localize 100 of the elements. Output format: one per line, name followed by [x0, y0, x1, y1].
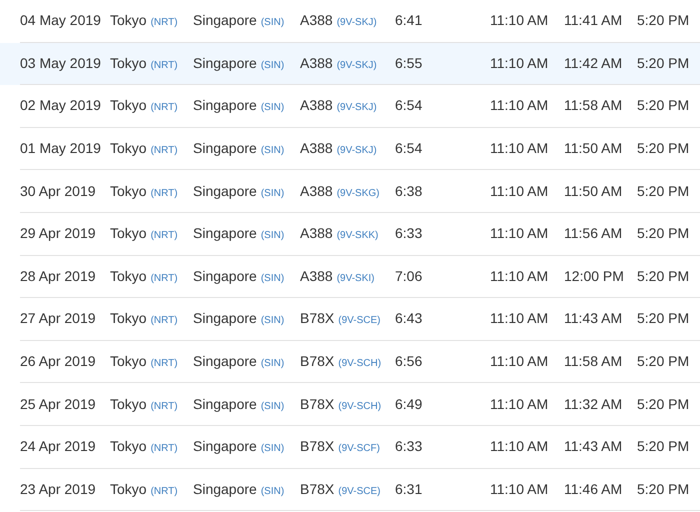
time-text: 11:10 AM — [490, 309, 548, 328]
airport-code: (SIN) — [260, 229, 284, 244]
airport-code: (NRT) — [150, 484, 178, 499]
time-text: 11:10 AM — [490, 96, 548, 116]
city-name: Tokyo — [110, 96, 147, 116]
time-text: 5:20 PM — [637, 224, 690, 244]
duration-text: 6:41 — [395, 11, 422, 30]
airport-code: (SIN) — [260, 400, 284, 414]
time-text: 12:00 PM — [564, 266, 624, 286]
airport-code: (SIN) — [260, 357, 284, 372]
city-name: Singapore — [193, 224, 257, 244]
time-text: 5:20 PM — [637, 266, 690, 286]
airport-code: (NRT) — [150, 58, 178, 73]
city-name: Tokyo — [110, 352, 147, 372]
city-name: Singapore — [193, 437, 257, 456]
duration-text: 6:38 — [395, 182, 422, 201]
city-name: Tokyo — [110, 224, 147, 244]
registration-code: (9V-SCE) — [338, 484, 380, 499]
duration-text: 6:54 — [395, 96, 422, 116]
time-text: 11:46 AM — [564, 480, 622, 499]
airport-code: (NRT) — [150, 186, 178, 201]
airport-code: (SIN) — [260, 442, 284, 456]
city-name: Singapore — [193, 266, 257, 286]
airport-code: (NRT) — [150, 400, 178, 414]
aircraft-type: B78X — [300, 480, 334, 499]
time-text: 5:20 PM — [637, 480, 690, 499]
registration-code: (9V-SCH) — [338, 357, 382, 372]
date-text: 27 Apr 2019 — [20, 309, 96, 328]
airport-code: (SIN) — [260, 58, 284, 73]
time-text: 11:10 AM — [490, 182, 548, 201]
airport-code: (NRT) — [150, 442, 178, 456]
time-text: 11:10 AM — [490, 54, 548, 73]
city-name: Tokyo — [110, 266, 147, 286]
duration-text: 6:56 — [395, 352, 422, 372]
time-text: 11:10 AM — [490, 139, 548, 158]
duration-text: 6:31 — [395, 480, 422, 499]
duration-text: 7:06 — [395, 266, 422, 286]
registration-code: (9V-SKJ) — [336, 58, 377, 73]
city-name: Singapore — [193, 96, 257, 116]
aircraft-type: B78X — [300, 352, 334, 372]
city-name: Tokyo — [110, 309, 147, 328]
airport-code: (SIN) — [260, 101, 284, 116]
city-name: Tokyo — [110, 480, 147, 499]
date-text: 01 May 2019 — [20, 139, 101, 158]
city-name: Tokyo — [110, 11, 147, 30]
time-text: 11:10 AM — [490, 352, 548, 372]
time-text: 5:20 PM — [637, 352, 690, 372]
time-text: 11:10 AM — [490, 394, 548, 414]
airport-code: (SIN) — [260, 144, 284, 158]
registration-code: (9V-SKI) — [336, 272, 374, 286]
date-text: 24 Apr 2019 — [20, 437, 96, 456]
date-text: 04 May 2019 — [20, 11, 101, 30]
time-text: 11:10 AM — [490, 11, 548, 30]
airport-code: (SIN) — [260, 314, 284, 328]
date-text: 26 Apr 2019 — [20, 352, 96, 372]
airport-code: (NRT) — [150, 314, 178, 328]
aircraft-type: A388 — [300, 182, 333, 201]
time-text: 5:20 PM — [637, 437, 690, 456]
aircraft-type: A388 — [300, 11, 333, 30]
city-name: Singapore — [193, 182, 257, 201]
time-text: 11:43 AM — [564, 309, 622, 328]
time-text: 11:41 AM — [564, 11, 622, 30]
time-text: 11:10 AM — [490, 437, 548, 456]
city-name: Tokyo — [110, 394, 147, 414]
city-name: Tokyo — [110, 437, 147, 456]
aircraft-type: A388 — [300, 96, 333, 116]
airport-code: (SIN) — [260, 484, 284, 499]
time-text: 11:56 AM — [564, 224, 622, 244]
registration-code: (9V-SCE) — [338, 314, 380, 328]
airport-code: (SIN) — [260, 272, 284, 286]
time-text: 11:50 AM — [564, 139, 622, 158]
date-text: 28 Apr 2019 — [20, 266, 96, 286]
aircraft-type: A388 — [300, 224, 333, 244]
registration-code: (9V-SKJ) — [336, 16, 377, 30]
aircraft-type: B78X — [300, 437, 334, 456]
registration-code: (9V-SKK) — [336, 229, 378, 244]
time-text: 5:20 PM — [637, 309, 690, 328]
city-name: Tokyo — [110, 182, 147, 201]
date-text: 23 Apr 2019 — [20, 480, 96, 499]
city-name: Singapore — [193, 352, 257, 372]
city-name: Singapore — [193, 480, 257, 499]
table-row[interactable]: 03 May 2019 Tokyo (NRT) Singapore (SIN) A388 (9V-SKJ) 6:55 11:10 AM 11:42 AM 5:20 PM — [0, 42, 700, 86]
registration-code: (9V-SKJ) — [336, 144, 377, 158]
duration-text: 6:54 — [395, 139, 422, 158]
city-name: Tokyo — [110, 139, 147, 158]
duration-text: 6:55 — [395, 54, 422, 73]
time-text: 5:20 PM — [637, 139, 690, 158]
city-name: Singapore — [193, 309, 257, 328]
time-text: 11:32 AM — [564, 394, 622, 414]
airport-code: (NRT) — [150, 101, 178, 116]
airport-code: (NRT) — [150, 144, 178, 158]
city-name: Tokyo — [110, 54, 147, 73]
aircraft-type: A388 — [300, 266, 333, 286]
aircraft-type: B78X — [300, 394, 334, 414]
city-name: Singapore — [193, 394, 257, 414]
registration-code: (9V-SKJ) — [336, 101, 377, 116]
date-text: 29 Apr 2019 — [20, 224, 96, 244]
aircraft-type: A388 — [300, 54, 333, 73]
time-text: 11:43 AM — [564, 437, 622, 456]
registration-code: (9V-SCH) — [338, 400, 382, 414]
